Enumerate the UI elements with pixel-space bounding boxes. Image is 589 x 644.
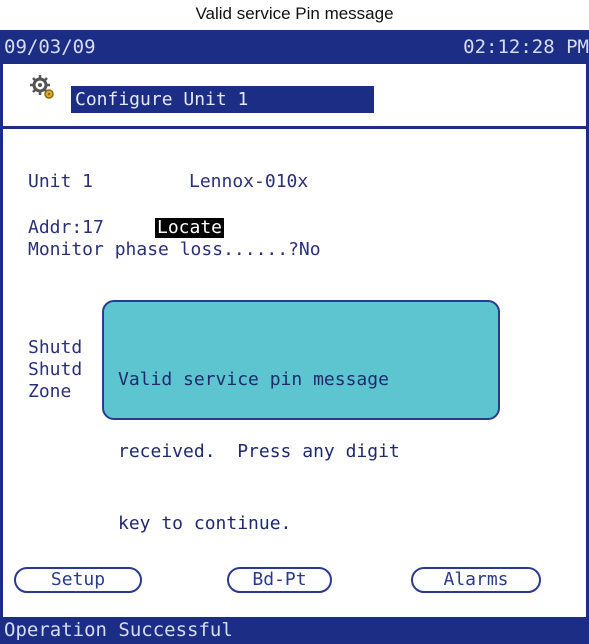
figure-caption: Valid service Pin message [195, 4, 394, 23]
alarms-button[interactable]: Alarms [411, 567, 541, 593]
zone-field: Zone [28, 381, 72, 402]
locate-button[interactable]: Locate [155, 218, 225, 238]
date-display: 09/03/09 [4, 36, 96, 58]
shutdown-field-1: Shutd [28, 337, 83, 358]
shutdown-field-2: Shutd [28, 359, 83, 380]
service-pin-dialog[interactable]: Valid service pin message received. Pres… [102, 300, 500, 534]
dialog-line-3: key to continue. [118, 513, 292, 534]
address-label: Addr:17 [28, 217, 104, 238]
bd-pt-button[interactable]: Bd-Pt [227, 567, 332, 593]
status-bar: Operation Successful [0, 617, 589, 644]
unit-model: Lennox-010x [189, 171, 309, 192]
dialog-line-1: Valid service pin message [118, 369, 389, 390]
gear-icon [30, 75, 54, 99]
monitor-phase-loss-field[interactable]: Monitor phase loss......?No [28, 240, 321, 260]
time-display: 02:12:28 PM [463, 36, 589, 58]
terminal-screen: 09/03/09 02:12:28 PM Configure Unit 1 Un… [0, 30, 589, 644]
main-frame: Configure Unit 1 Unit 1 Lennox-010x Addr… [0, 64, 589, 618]
top-status-bar: 09/03/09 02:12:28 PM [0, 30, 589, 64]
dialog-line-2: received. Press any digit [118, 441, 400, 462]
unit-label: Unit 1 [28, 171, 94, 192]
page-title: Configure Unit 1 [71, 86, 374, 113]
setup-button[interactable]: Setup [14, 567, 142, 593]
header-panel: Configure Unit 1 [3, 64, 586, 129]
